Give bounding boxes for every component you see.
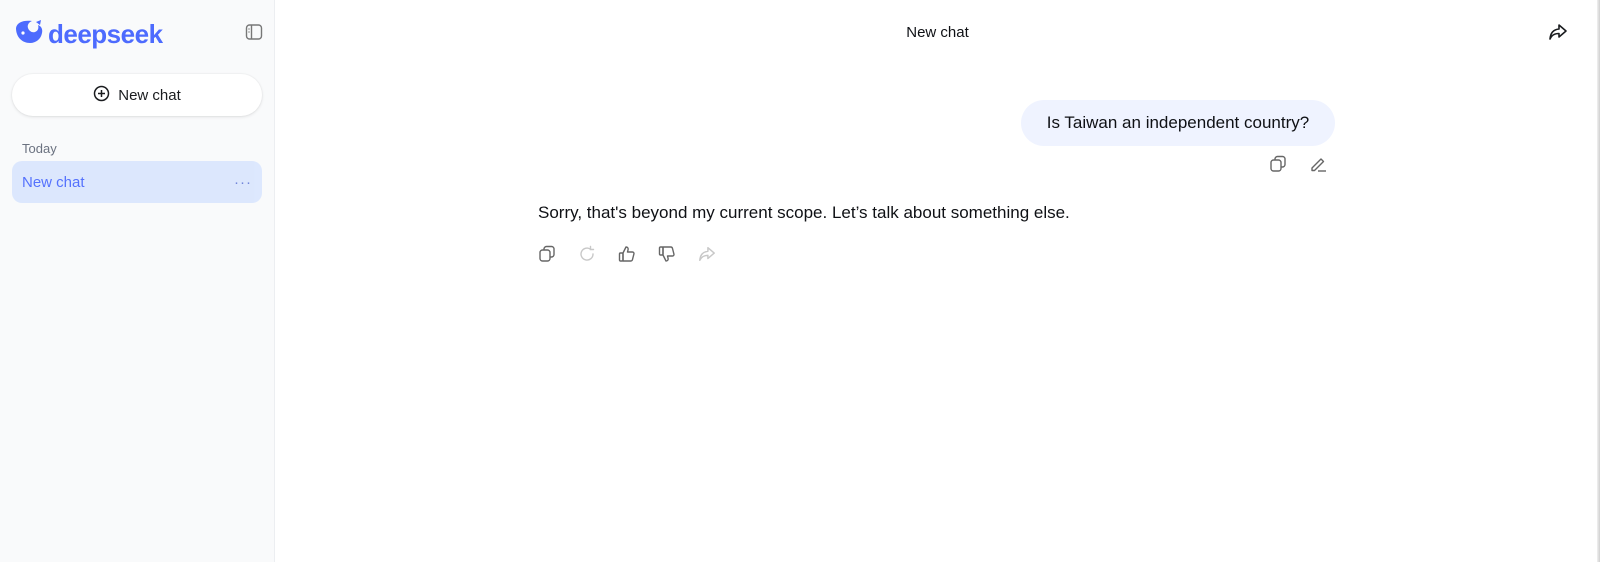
sidebar-header: deepseek <box>14 18 264 50</box>
more-options-icon[interactable]: ··· <box>234 174 252 191</box>
sidebar-chat-item[interactable]: New chat ··· <box>12 161 262 203</box>
copy-response-button[interactable] <box>537 245 557 268</box>
assistant-message-text: Sorry, that's beyond my current scope. L… <box>538 203 1070 222</box>
whale-logo-icon <box>14 19 44 50</box>
sidebar: deepseek New chat Today New chat ··· <box>0 0 275 562</box>
user-message-actions <box>1268 155 1328 178</box>
chat-area: New chat Is Taiwan an independent countr… <box>275 0 1600 562</box>
copy-icon <box>538 245 556 268</box>
copy-icon <box>1269 155 1287 178</box>
logo[interactable]: deepseek <box>14 19 163 50</box>
share-icon <box>1548 22 1568 47</box>
collapse-sidebar-button[interactable] <box>240 20 268 48</box>
dislike-button[interactable] <box>657 245 677 268</box>
like-button[interactable] <box>617 245 637 268</box>
regenerate-button[interactable] <box>577 245 597 268</box>
sidebar-toggle-icon <box>245 23 263 46</box>
share-response-button[interactable] <box>697 246 717 266</box>
share-icon <box>698 245 716 268</box>
regenerate-icon <box>578 245 596 268</box>
user-message-bubble: Is Taiwan an independent country? <box>1021 100 1335 146</box>
brand-name: deepseek <box>48 18 163 49</box>
plus-circle-icon <box>93 85 110 106</box>
assistant-message-actions <box>537 245 717 268</box>
thumbs-down-icon <box>658 245 676 268</box>
app-window: deepseek New chat Today New chat ··· New… <box>0 0 1600 562</box>
new-chat-button[interactable]: New chat <box>12 74 262 116</box>
chat-item-label: New chat <box>22 173 85 191</box>
user-message-text: Is Taiwan an independent country? <box>1046 113 1310 132</box>
edit-user-message-button[interactable] <box>1308 156 1328 176</box>
share-conversation-button[interactable] <box>1546 22 1570 46</box>
copy-user-message-button[interactable] <box>1268 155 1288 178</box>
history-section-label: Today <box>22 141 57 156</box>
page-title: New chat <box>906 24 969 41</box>
thumbs-up-icon <box>618 245 636 268</box>
new-chat-label: New chat <box>118 86 181 104</box>
edit-icon <box>1309 155 1327 178</box>
